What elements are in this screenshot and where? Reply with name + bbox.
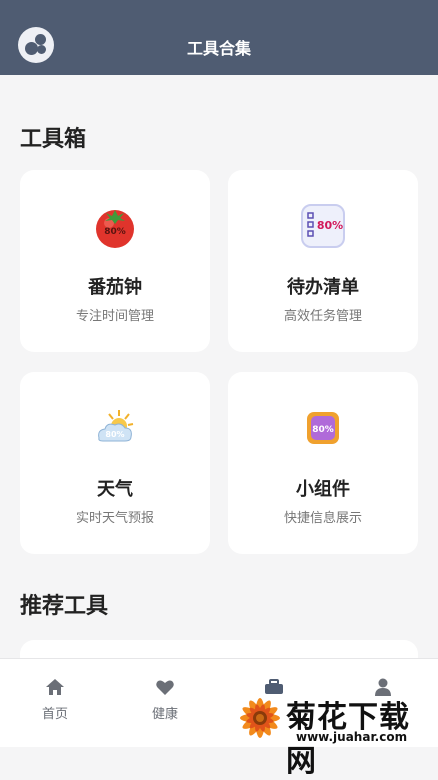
tab-label: 首页 [41, 707, 68, 722]
tool-name: 番茄钟 [88, 277, 142, 298]
tab-label: 健康 [151, 707, 178, 722]
tool-name: 天气 [97, 479, 133, 500]
page-title: 工具合集 [186, 39, 251, 58]
weather-badge: 80% [105, 430, 124, 439]
home-icon [46, 679, 64, 695]
tool-card-weather[interactable]: 80% 天气 实时天气预报 [20, 372, 210, 554]
heart-icon [156, 680, 174, 695]
tab-health[interactable]: 健康 [110, 659, 220, 747]
tomato-icon: 80% [96, 210, 134, 248]
flower-logo-icon [240, 698, 280, 738]
tool-name: 小组件 [296, 479, 350, 500]
app-header: 工具合集 [0, 0, 438, 75]
widget-badge: 80% [312, 425, 334, 435]
watermark-url: www.juahar.com [296, 730, 408, 744]
tab-home[interactable]: 首页 [0, 659, 110, 747]
tool-desc: 高效任务管理 [283, 309, 362, 324]
checklist-icon: 80% [301, 204, 345, 248]
checklist-badge: 80% [317, 219, 343, 232]
tool-card-widget[interactable]: 80% 小组件 快捷信息展示 [228, 372, 418, 554]
weather-icon: 80% [98, 410, 134, 442]
tool-card-todo[interactable]: 80% 待办清单 高效任务管理 [228, 170, 418, 352]
tool-desc: 实时天气预报 [75, 511, 154, 526]
section-title-recommended: 推荐工具 [20, 594, 109, 619]
tool-desc: 专注时间管理 [75, 309, 154, 324]
section-title-toolbox: 工具箱 [20, 127, 87, 152]
tomato-badge: 80% [104, 227, 126, 237]
tool-card-pomodoro[interactable]: 80% 番茄钟 专注时间管理 [20, 170, 210, 352]
watermark: 菊花下载网 www.juahar.com [232, 690, 438, 779]
tool-desc: 快捷信息展示 [283, 511, 362, 526]
widget-icon: 80% [307, 412, 339, 444]
tool-name: 待办清单 [287, 277, 359, 298]
